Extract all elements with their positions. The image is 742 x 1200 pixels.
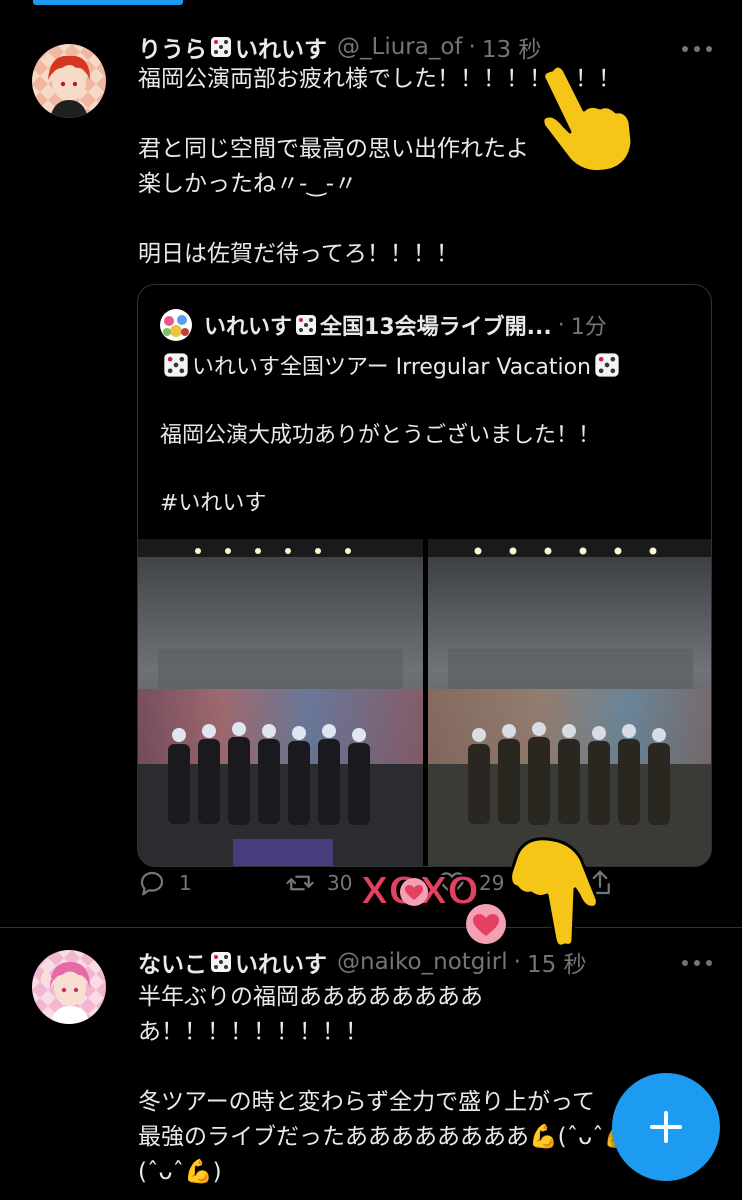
- reply-count: 1: [179, 871, 192, 895]
- concert-photo[interactable]: [138, 539, 423, 866]
- dice-icon: [211, 952, 231, 972]
- user-handle[interactable]: @naiko_notgirl: [337, 949, 508, 975]
- separator: ·: [513, 949, 521, 975]
- timestamp[interactable]: 13 秒: [482, 30, 542, 64]
- reply-icon: [140, 871, 164, 896]
- timestamp[interactable]: 15 秒: [527, 945, 587, 979]
- quote-title: いれいす全国ツアー Irregular Vacation: [192, 355, 591, 380]
- separator: ·: [468, 34, 476, 60]
- quote-header: いれいす 全国13会場ライブ開... · 1分: [160, 309, 607, 341]
- concert-photo[interactable]: [428, 539, 711, 866]
- retweet-icon: [286, 875, 314, 891]
- more-options-icon[interactable]: [682, 44, 712, 54]
- timestamp: 1分: [570, 315, 607, 340]
- separator: ·: [557, 312, 565, 338]
- dice-icon: [595, 353, 619, 377]
- retweet-count: 30: [327, 871, 353, 895]
- plus-icon: [650, 1111, 682, 1143]
- more-options-icon[interactable]: [682, 958, 712, 968]
- avatar: [160, 309, 192, 341]
- retweet-button[interactable]: 30: [285, 868, 352, 898]
- user-handle[interactable]: @_Liura_of: [337, 34, 463, 60]
- pointing-hand-icon: [541, 64, 634, 174]
- quoted-tweet[interactable]: いれいす 全国13会場ライブ開... · 1分 いれいす全国ツアー Irregu…: [137, 284, 712, 867]
- xoxo-sticker: XOXO: [359, 868, 506, 944]
- tweet-header: ないこ いれいす @naiko_notgirl · 15 秒: [138, 945, 587, 979]
- dice-icon: [296, 315, 317, 335]
- quote-body: 福岡公演大成功ありがとうございました！！ #いれいす: [160, 423, 601, 516]
- tweet-header: りうら いれいす @_Liura_of · 13 秒: [138, 30, 541, 64]
- dice-icon: [211, 37, 231, 57]
- active-tab-indicator: [33, 0, 183, 5]
- avatar[interactable]: [32, 950, 106, 1024]
- display-name[interactable]: いれいす 全国13会場ライブ開...: [204, 309, 552, 341]
- dice-icon: [164, 353, 188, 377]
- compose-button[interactable]: [612, 1073, 720, 1181]
- avatar[interactable]: [32, 44, 106, 118]
- display-name[interactable]: ないこ いれいす: [138, 945, 327, 979]
- quote-text: いれいす全国ツアー Irregular Vacation 福岡公演大成功ありがと…: [160, 351, 700, 521]
- display-name[interactable]: りうら いれいす: [138, 30, 327, 64]
- pointing-hand-icon: [509, 837, 599, 948]
- media-grid: [138, 539, 711, 866]
- reply-button[interactable]: 1: [137, 868, 192, 898]
